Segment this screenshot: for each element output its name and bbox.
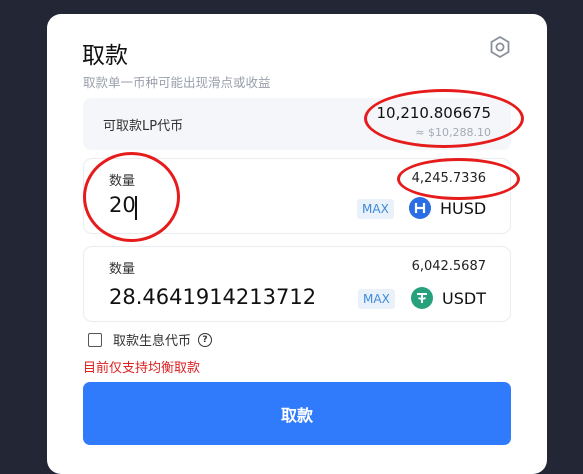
interest-token-option: 取款生息代币 ?	[88, 330, 213, 349]
usdt-amount-card: 数量 6,042.5687 MAX USDT	[83, 246, 511, 322]
question-circle-icon[interactable]: ?	[198, 332, 213, 347]
husd-max-button[interactable]: MAX	[357, 199, 394, 219]
interest-token-checkbox[interactable]	[88, 332, 102, 347]
lp-balance-panel: 可取款LP代币 10,210.806675 ≈ $10,288.10	[83, 98, 511, 150]
husd-amount-card: 数量 4,245.7336 MAX HUSD	[83, 158, 511, 234]
husd-token-selector[interactable]: HUSD	[409, 197, 486, 219]
usdt-balance: 6,042.5687	[411, 259, 486, 274]
usdt-logo-icon	[411, 287, 433, 309]
amount-label: 数量	[109, 262, 136, 277]
husd-balance: 4,245.7336	[411, 171, 486, 186]
husd-symbol: HUSD	[440, 198, 487, 218]
modal-subtitle: 取款单一币种可能出现滑点或收益	[83, 75, 271, 90]
usdt-token-selector[interactable]: USDT	[411, 287, 486, 309]
modal-title: 取款	[82, 43, 128, 69]
warning-message: 目前仅支持均衡取款	[83, 361, 201, 376]
amount-label: 数量	[109, 174, 136, 189]
withdraw-modal: 取款 取款单一币种可能出现滑点或收益 可取款LP代币 10,210.806675…	[47, 14, 547, 474]
lp-amount: 10,210.806675	[376, 104, 491, 122]
husd-amount-input[interactable]	[109, 193, 329, 217]
settings-icon[interactable]	[488, 35, 512, 59]
withdraw-button[interactable]: 取款	[83, 382, 511, 445]
usdt-amount-input[interactable]	[109, 285, 349, 309]
interest-token-label: 取款生息代币	[113, 334, 192, 349]
usdt-max-button[interactable]: MAX	[358, 289, 395, 309]
husd-logo-icon	[409, 197, 431, 219]
lp-label: 可取款LP代币	[103, 119, 184, 134]
lp-usd-value: ≈ $10,288.10	[415, 126, 491, 139]
text-cursor	[135, 196, 137, 220]
usdt-symbol: USDT	[442, 288, 486, 308]
